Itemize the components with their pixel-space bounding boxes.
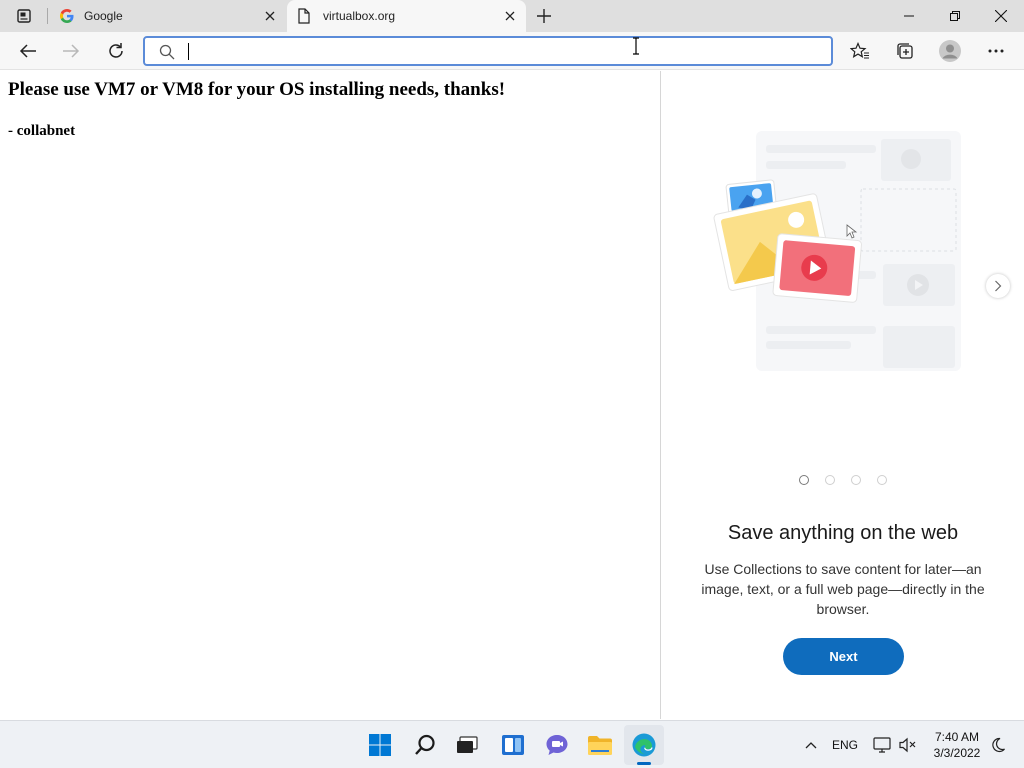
carousel-dot[interactable] xyxy=(825,475,835,485)
close-window-button[interactable] xyxy=(978,0,1024,32)
favorites-button[interactable] xyxy=(844,35,876,67)
google-g-icon xyxy=(59,8,75,24)
system-clock[interactable]: 7:40 AM 3/3/2022 xyxy=(924,729,990,761)
restore-button[interactable] xyxy=(932,0,978,32)
collections-icon xyxy=(897,43,913,59)
search-icon xyxy=(415,734,435,755)
minimize-button[interactable] xyxy=(886,0,932,32)
speaker-muted-icon xyxy=(899,737,916,753)
quiet-hours-moon-icon xyxy=(992,737,1005,753)
volume-button[interactable] xyxy=(897,721,919,768)
widgets-button[interactable] xyxy=(493,725,533,765)
address-input[interactable] xyxy=(185,41,805,61)
carousel-dots xyxy=(799,475,889,487)
web-page-content: Please use VM7 or VM8 for your OS instal… xyxy=(0,71,660,719)
favorites-star-icon xyxy=(850,42,869,59)
back-arrow-icon xyxy=(19,44,36,58)
tab-title: Google xyxy=(84,9,123,23)
tab-google[interactable]: Google xyxy=(50,0,286,32)
text-cursor-icon xyxy=(633,37,639,55)
start-button[interactable] xyxy=(360,725,400,765)
chevron-up-icon xyxy=(805,742,817,749)
new-tab-button[interactable] xyxy=(532,4,556,28)
active-app-indicator xyxy=(637,762,651,765)
edge-taskbar-button[interactable] xyxy=(624,725,664,765)
carousel-next-button[interactable] xyxy=(986,274,1010,298)
clock-time: 7:40 AM xyxy=(934,730,980,744)
address-bar[interactable] xyxy=(143,36,833,66)
network-monitor-icon xyxy=(873,737,891,753)
file-explorer-button[interactable] xyxy=(580,725,620,765)
settings-menu-button[interactable] xyxy=(980,35,1012,67)
forward-button[interactable] xyxy=(55,35,87,67)
widgets-icon xyxy=(502,735,524,755)
page-heading: Please use VM7 or VM8 for your OS instal… xyxy=(8,79,506,100)
carousel-dot[interactable] xyxy=(799,475,809,485)
tab-actions-button[interactable] xyxy=(6,4,42,28)
plus-icon xyxy=(537,9,551,23)
search-icon xyxy=(159,44,175,60)
forward-arrow-icon xyxy=(63,44,80,58)
clock-date: 3/3/2022 xyxy=(933,746,981,760)
panel-description: Use Collections to save content for late… xyxy=(701,561,985,617)
collections-button[interactable] xyxy=(889,35,921,67)
network-status-button[interactable] xyxy=(871,721,893,768)
navigation-toolbar xyxy=(0,32,1024,70)
taskbar-search-button[interactable] xyxy=(405,725,445,765)
tab-strip: Google virtualbox.org xyxy=(0,0,1024,32)
windows-logo-icon xyxy=(369,734,391,756)
back-button[interactable] xyxy=(12,35,44,67)
profile-button[interactable] xyxy=(934,35,966,67)
teams-chat-button[interactable] xyxy=(537,725,577,765)
close-icon xyxy=(995,10,1007,22)
show-hidden-icons-button[interactable] xyxy=(800,721,822,768)
panel-title: Save anything on the web xyxy=(727,522,959,544)
windows-taskbar: ENG 7:40 AM 3/3/2022 xyxy=(0,720,1024,768)
chevron-right-icon xyxy=(995,280,1002,292)
tab-virtualbox[interactable]: virtualbox.org xyxy=(287,0,526,32)
notification-button[interactable] xyxy=(988,721,1008,768)
task-view-button[interactable] xyxy=(447,725,487,765)
more-dots-icon xyxy=(988,49,1004,53)
language-indicator[interactable]: ENG xyxy=(828,721,862,768)
tab-title: virtualbox.org xyxy=(323,9,396,23)
page-icon xyxy=(296,8,312,24)
collections-panel: Save anything on the web Use Collections… xyxy=(660,71,1024,719)
tab-divider xyxy=(47,8,48,24)
collections-illustration xyxy=(713,131,961,371)
carousel-dot[interactable] xyxy=(851,475,861,485)
next-button[interactable]: Next xyxy=(783,638,904,675)
close-tab-icon[interactable] xyxy=(502,8,518,24)
avatar-icon xyxy=(939,40,961,62)
carousel-dot[interactable] xyxy=(877,475,887,485)
task-view-icon xyxy=(457,736,478,753)
edge-browser-icon xyxy=(632,733,656,757)
close-tab-icon[interactable] xyxy=(262,8,278,24)
tab-actions-icon xyxy=(17,9,31,23)
folder-icon xyxy=(588,736,612,755)
restore-icon xyxy=(950,11,960,21)
page-signature: - collabnet xyxy=(8,123,76,139)
minimize-icon xyxy=(904,15,914,17)
refresh-button[interactable] xyxy=(100,35,132,67)
text-caret xyxy=(188,43,189,60)
chat-icon xyxy=(546,735,568,755)
refresh-icon xyxy=(109,43,123,58)
